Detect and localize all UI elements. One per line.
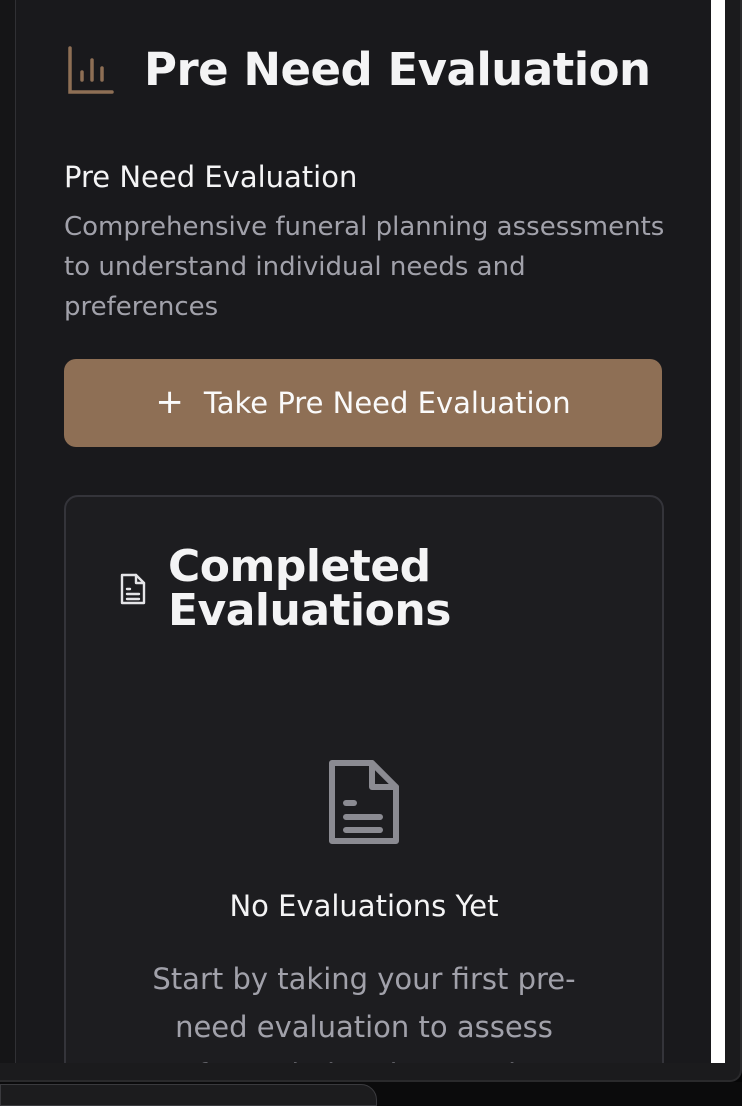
plus-icon: + bbox=[155, 381, 184, 422]
bottom-tab[interactable] bbox=[0, 1084, 377, 1106]
desktop: Pre Need Evaluation Pre Need Evaluation … bbox=[0, 0, 742, 1106]
left-rail bbox=[0, 0, 16, 1063]
section-title: Pre Need Evaluation bbox=[64, 160, 358, 194]
bar-chart-icon bbox=[68, 46, 114, 94]
completed-evaluations-card: Completed Evaluations No Evaluations Yet… bbox=[64, 495, 664, 1063]
viewport: Pre Need Evaluation Pre Need Evaluation … bbox=[0, 0, 725, 1063]
scrollbar-track[interactable] bbox=[711, 0, 725, 1063]
section-description: Comprehensive funeral planning assessmen… bbox=[64, 212, 665, 322]
card-header: Completed Evaluations bbox=[118, 545, 468, 633]
page-header: Pre Need Evaluation bbox=[66, 40, 651, 98]
empty-document-icon bbox=[329, 760, 399, 844]
take-evaluation-label: Take Pre Need Evaluation bbox=[203, 386, 571, 420]
take-evaluation-button[interactable]: + Take Pre Need Evaluation bbox=[64, 359, 662, 447]
page-title: Pre Need Evaluation bbox=[144, 42, 651, 96]
empty-state-title: No Evaluations Yet bbox=[229, 889, 499, 923]
empty-state-description: Start by taking your first pre-need eval… bbox=[152, 962, 576, 1063]
window-frame: Pre Need Evaluation Pre Need Evaluation … bbox=[0, 0, 742, 1082]
evaluation-panel: Pre Need Evaluation Pre Need Evaluation … bbox=[16, 0, 711, 1063]
document-icon bbox=[120, 573, 146, 605]
card-title: Completed Evaluations bbox=[168, 541, 451, 636]
